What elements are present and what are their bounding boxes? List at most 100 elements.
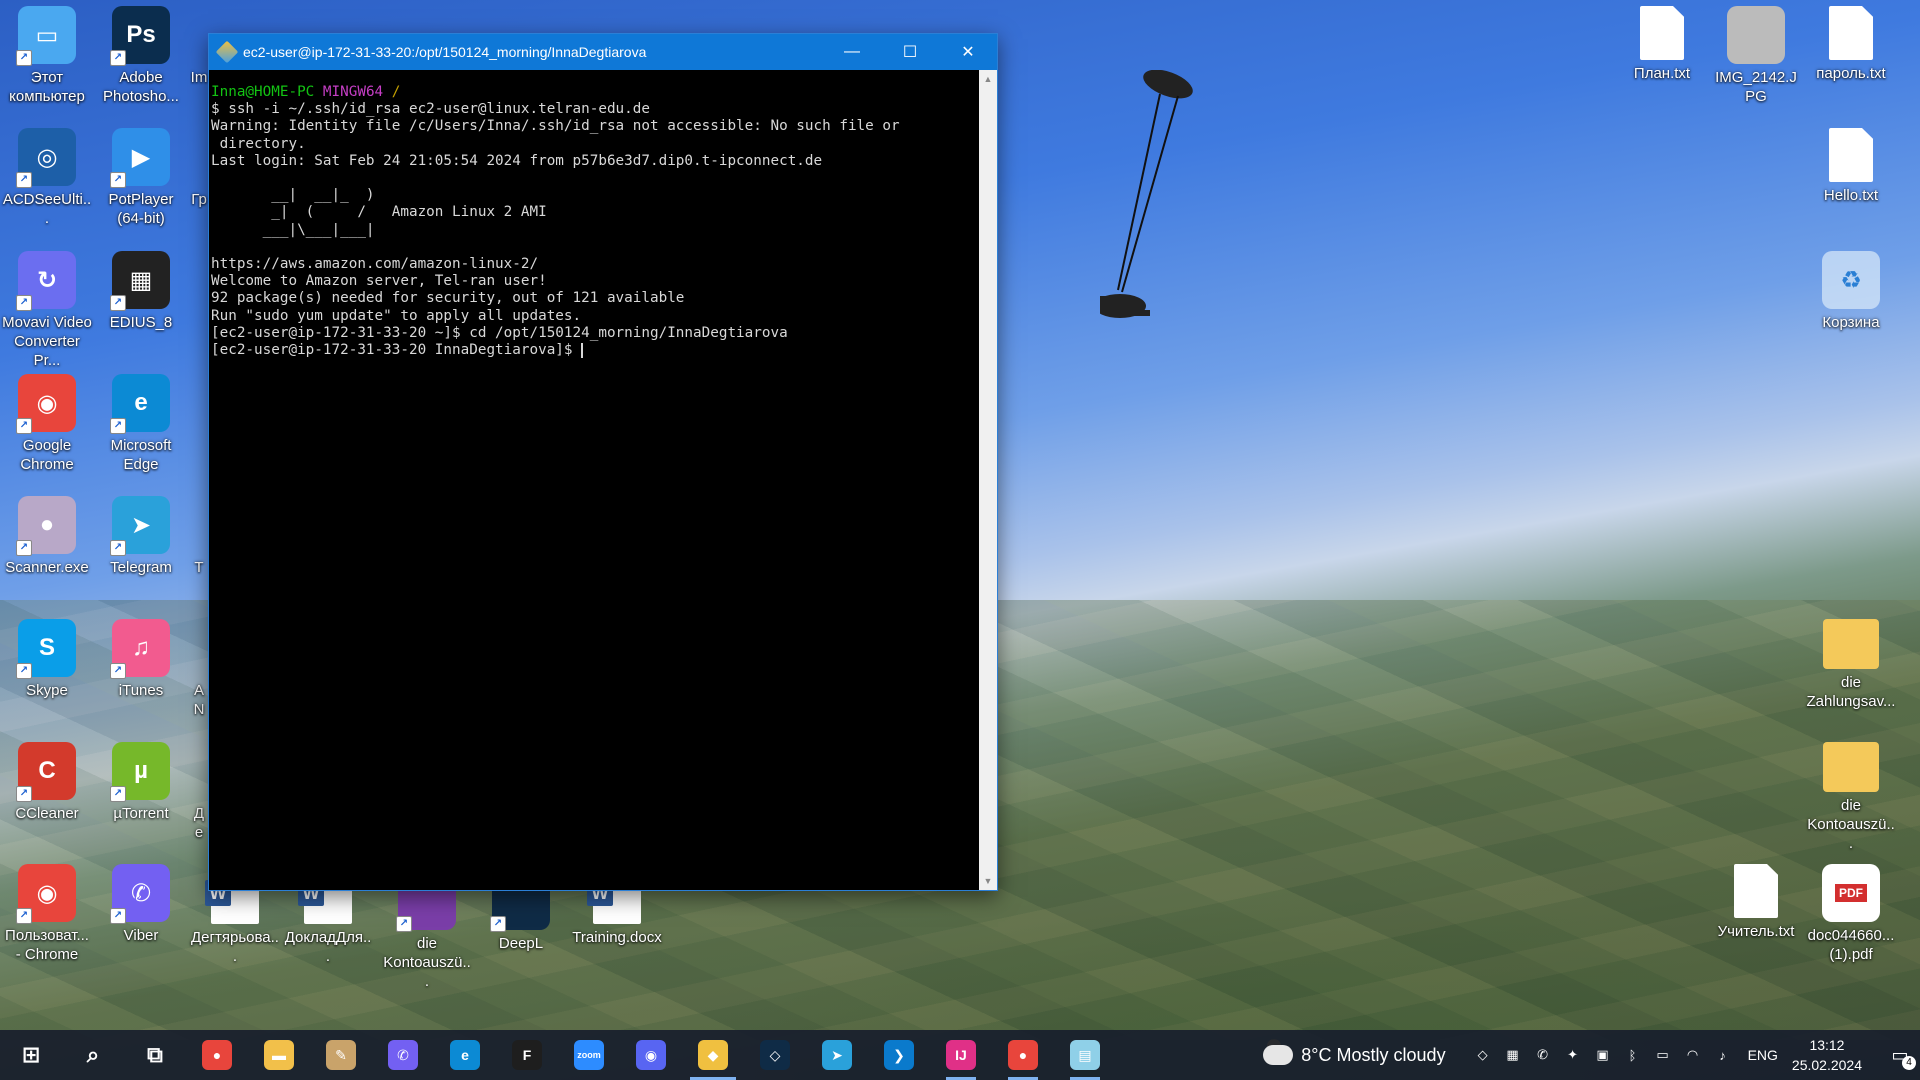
desktop-icon-label: die Zahlungsav... xyxy=(1806,674,1896,710)
shortcut-arrow-icon: ↗ xyxy=(16,172,32,188)
desktop-icon[interactable]: PDF doc044660... (1).pdf xyxy=(1806,864,1896,964)
taskbar-chrome-button[interactable]: ● xyxy=(186,1030,248,1080)
shortcut-arrow-icon: ↗ xyxy=(396,916,412,932)
desktop-icon[interactable]: Im xyxy=(190,6,208,87)
viber-icon: ✆ ↗ xyxy=(110,864,170,924)
paint-icon: ✎ xyxy=(326,1040,356,1070)
text-file-icon xyxy=(1829,6,1873,60)
taskbar-file-explorer-button[interactable]: ▬ xyxy=(248,1030,310,1080)
desktop-icon[interactable]: e ↗ Microsoft Edge xyxy=(96,374,186,474)
nvidia-tray-icon[interactable]: ▣ xyxy=(1592,1044,1614,1066)
desktop-icon[interactable]: IMG_2142.JPG xyxy=(1711,6,1801,106)
desktop-icon-label: Adobe Photosho... xyxy=(103,69,179,105)
folder-icon xyxy=(1823,619,1879,669)
desktop-icon[interactable]: ↻ ↗ Movavi Video Converter Pr... xyxy=(2,251,92,370)
deepl-tray-icon[interactable]: ◇ xyxy=(1472,1044,1494,1066)
start-icon: ⊞ xyxy=(21,1042,41,1067)
chrome-icon: ◉ ↗ xyxy=(16,374,76,434)
shortcut-arrow-icon: ↗ xyxy=(16,418,32,434)
taskbar-viber-button[interactable]: ✆ xyxy=(372,1030,434,1080)
desktop-icon[interactable]: ♻ Корзина xyxy=(1806,251,1896,332)
language-indicator[interactable]: ENG xyxy=(1748,1047,1778,1063)
terminal-output[interactable]: Inna@HOME-PC MINGW64 / $ ssh -i ~/.ssh/i… xyxy=(209,70,979,890)
desktop-icon[interactable]: пароль.txt xyxy=(1806,6,1896,83)
desktop-icon[interactable]: C ↗ CCleaner xyxy=(2,742,92,823)
desktop-icon-label: doc044660... (1).pdf xyxy=(1807,927,1895,963)
taskbar-zoom-button[interactable]: zoom xyxy=(558,1030,620,1080)
desktop-icon[interactable]: ✆ ↗ Viber xyxy=(96,864,186,945)
desktop-icon[interactable]: ➤ ↗ Telegram xyxy=(96,496,186,577)
app-tray-icon[interactable]: ✦ xyxy=(1562,1044,1584,1066)
taskbar-chrome-profile-button[interactable]: ● xyxy=(992,1030,1054,1080)
terminal-window[interactable]: ec2-user@ip-172-31-33-20:/opt/150124_mor… xyxy=(208,33,998,891)
desktop-icon[interactable]: ● ↗ Scanner.exe xyxy=(2,496,92,577)
taskbar-notepad-button[interactable]: ▤ xyxy=(1054,1030,1116,1080)
scroll-down-icon[interactable]: ▼ xyxy=(979,872,997,890)
desktop-icon[interactable]: die Zahlungsav... xyxy=(1806,619,1896,711)
taskbar-start-button[interactable]: ⊞ xyxy=(0,1030,62,1080)
desktop-icon[interactable]: Гр xyxy=(190,128,208,209)
terminal-lines: $ ssh -i ~/.ssh/id_rsa ec2-user@linux.te… xyxy=(211,101,900,359)
vscode-icon: ❯ xyxy=(884,1040,914,1070)
git-bash-icon xyxy=(215,40,239,64)
notification-icon[interactable]: ▭ 4 xyxy=(1880,1030,1920,1080)
wifi-icon[interactable]: ◠ xyxy=(1682,1044,1704,1066)
desktop-icon[interactable]: ♫ ↗ iTunes xyxy=(96,619,186,700)
volume-icon[interactable]: ♪ xyxy=(1712,1044,1734,1066)
desktop-icon[interactable]: ◎ ↗ ACDSeeUlti... xyxy=(2,128,92,228)
shortcut-arrow-icon: ↗ xyxy=(110,172,126,188)
taskbar-paint-button[interactable]: ✎ xyxy=(310,1030,372,1080)
desktop-icon-label: Scanner.exe xyxy=(5,559,89,576)
close-button[interactable]: ✕ xyxy=(939,34,997,70)
terminal-titlebar[interactable]: ec2-user@ip-172-31-33-20:/opt/150124_mor… xyxy=(209,34,997,70)
desktop-icon[interactable]: ▶ ↗ PotPlayer (64-bit) xyxy=(96,128,186,228)
viber-tray-icon[interactable]: ✆ xyxy=(1532,1044,1554,1066)
maximize-button[interactable]: ☐ xyxy=(881,34,939,70)
desktop-icon[interactable]: S ↗ Skype xyxy=(2,619,92,700)
desktop-icon[interactable]: Ps ↗ Adobe Photosho... xyxy=(96,6,186,106)
shortcut-arrow-icon: ↗ xyxy=(16,540,32,556)
battery-icon[interactable]: ▭ xyxy=(1652,1044,1674,1066)
scroll-up-icon[interactable]: ▲ xyxy=(979,70,997,88)
intellij-icon: IJ xyxy=(946,1040,976,1070)
weather-widget[interactable]: 8°C Mostly cloudy xyxy=(1263,1039,1446,1066)
bluetooth-icon[interactable]: ᛒ xyxy=(1622,1044,1644,1066)
figma-icon: F xyxy=(512,1040,542,1070)
taskbar-git-bash-button[interactable]: ◆ xyxy=(682,1030,744,1080)
shortcut-arrow-icon: ↗ xyxy=(16,50,32,66)
desktop-icon[interactable]: План.txt xyxy=(1617,6,1707,83)
desktop-icon[interactable]: A N xyxy=(190,619,208,719)
shortcut-arrow-icon: ↗ xyxy=(110,786,126,802)
office-tray-icon[interactable]: ▦ xyxy=(1502,1044,1524,1066)
desktop-icon[interactable]: ▦ ↗ EDIUS_8 xyxy=(96,251,186,332)
desktop-icon[interactable]: T xyxy=(190,496,208,577)
desktop-icon[interactable]: ◉ ↗ Пользоват... - Chrome xyxy=(2,864,92,964)
desktop-icon-label: Training.docx xyxy=(572,929,662,946)
desktop-icon-label: Viber xyxy=(123,927,159,944)
text-file-icon xyxy=(1734,864,1778,918)
taskbar-task-view-button[interactable]: ⧉ xyxy=(124,1030,186,1080)
desktop-icon[interactable]: ◉ ↗ Google Chrome xyxy=(2,374,92,474)
pdf-file-icon: PDF xyxy=(1822,864,1880,922)
desktop-icon-label: Этот компьютер xyxy=(9,69,85,105)
taskbar-intellij-button[interactable]: IJ xyxy=(930,1030,992,1080)
desktop-icon[interactable]: µ ↗ µTorrent xyxy=(96,742,186,823)
clock[interactable]: 13:12 25.02.2024 xyxy=(1792,1035,1862,1075)
desktop-icon[interactable]: die Kontoauszü... xyxy=(1806,742,1896,853)
desktop-icon[interactable]: Де xyxy=(190,742,208,842)
taskbar-vscode-button[interactable]: ❯ xyxy=(868,1030,930,1080)
desktop-icon[interactable]: Учитель.txt xyxy=(1711,864,1801,941)
taskbar-deepl-button[interactable]: ◇ xyxy=(744,1030,806,1080)
taskbar-discord-button[interactable]: ◉ xyxy=(620,1030,682,1080)
desktop-icon[interactable]: Hello.txt xyxy=(1806,128,1896,205)
taskbar-search-button[interactable]: ⌕ xyxy=(62,1030,124,1080)
terminal-scrollbar[interactable]: ▲ ▼ xyxy=(979,70,997,890)
cloud-icon xyxy=(1263,1039,1294,1065)
taskbar-edge-button[interactable]: e xyxy=(434,1030,496,1080)
minimize-button[interactable]: — xyxy=(823,34,881,70)
taskbar-figma-button[interactable]: F xyxy=(496,1030,558,1080)
desktop-icon-label: Hello.txt xyxy=(1823,187,1879,204)
desktop-icon[interactable]: ▭ ↗ Этот компьютер xyxy=(2,6,92,106)
taskbar-telegram-button[interactable]: ➤ xyxy=(806,1030,868,1080)
desktop-icon-label: ACDSeeUlti... xyxy=(2,191,92,227)
